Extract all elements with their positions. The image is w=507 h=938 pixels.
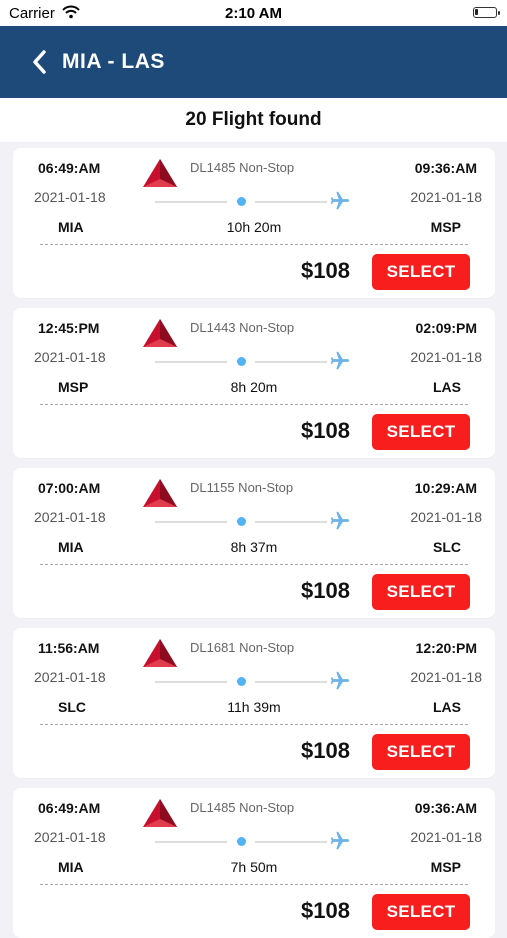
flight-duration: 11h 39m — [227, 699, 281, 715]
results-count: 20 Flight found — [0, 98, 507, 142]
flight-duration: 7h 50m — [230, 859, 278, 875]
departure-date: 2021-01-18 — [34, 669, 106, 685]
status-time: 2:10 AM — [225, 5, 282, 22]
flight-duration: 8h 37m — [230, 539, 278, 555]
arrival-time: 09:36:AM — [414, 800, 477, 816]
arrival-date: 2021-01-18 — [410, 829, 482, 845]
departure-time: 12:45:PM — [38, 320, 100, 336]
departure-time: 07:00:AM — [38, 480, 101, 496]
chevron-left-icon — [33, 50, 46, 74]
flight-price: $108 — [301, 578, 350, 603]
select-button[interactable]: SELECT — [372, 414, 470, 450]
select-button[interactable]: SELECT — [372, 574, 470, 610]
select-button[interactable]: SELECT — [372, 734, 470, 770]
airplane-icon — [329, 510, 351, 532]
route-progress — [155, 188, 351, 210]
select-button[interactable]: SELECT — [372, 254, 470, 290]
route-progress — [155, 828, 351, 850]
divider — [40, 244, 468, 245]
arrival-time: 09:36:AM — [414, 160, 477, 176]
airline-logo-icon — [142, 798, 178, 828]
flight-number: DL1443 Non-Stop — [190, 320, 295, 335]
flight-duration: 8h 20m — [230, 379, 278, 395]
flight-price: $108 — [301, 418, 350, 443]
departure-date: 2021-01-18 — [34, 509, 106, 525]
route-progress — [155, 508, 351, 530]
airline-logo-icon — [142, 478, 178, 508]
progress-dot — [237, 677, 246, 686]
flight-card: 06:49:AM 09:36:AM 2021-01-18 2021-01-18 … — [13, 788, 495, 938]
arrival-date: 2021-01-18 — [410, 669, 482, 685]
divider — [40, 404, 468, 405]
arrival-date: 2021-01-18 — [410, 189, 482, 205]
flight-price: $108 — [301, 898, 350, 923]
flight-number: DL1155 Non-Stop — [190, 480, 294, 495]
airline-logo-icon — [142, 318, 178, 348]
airplane-icon — [329, 190, 351, 212]
flight-card: 11:56:AM 12:20:PM 2021-01-18 2021-01-18 … — [13, 628, 495, 778]
departure-date: 2021-01-18 — [34, 349, 106, 365]
select-button[interactable]: SELECT — [372, 894, 470, 930]
airplane-icon — [329, 350, 351, 372]
airline-logo-icon — [142, 638, 178, 668]
divider — [40, 884, 468, 885]
flight-card: 06:49:AM 09:36:AM 2021-01-18 2021-01-18 … — [13, 148, 495, 298]
departure-time: 06:49:AM — [38, 160, 101, 176]
flight-price: $108 — [301, 738, 350, 763]
arrival-time: 10:29:AM — [414, 480, 477, 496]
divider — [40, 724, 468, 725]
flight-card: 12:45:PM 02:09:PM 2021-01-18 2021-01-18 … — [13, 308, 495, 458]
status-bar: Carrier 2:10 AM — [0, 0, 507, 26]
airplane-icon — [329, 670, 351, 692]
flight-number: DL1485 Non-Stop — [190, 160, 295, 175]
progress-dot — [237, 197, 246, 206]
flight-number: DL1681 Non-Stop — [190, 640, 295, 655]
divider — [40, 564, 468, 565]
flight-card: 07:00:AM 10:29:AM 2021-01-18 2021-01-18 … — [13, 468, 495, 618]
arrival-time: 02:09:PM — [415, 320, 477, 336]
airplane-icon — [329, 830, 351, 852]
flight-number: DL1485 Non-Stop — [190, 800, 295, 815]
arrival-date: 2021-01-18 — [410, 349, 482, 365]
arrival-date: 2021-01-18 — [410, 509, 482, 525]
flight-price: $108 — [301, 258, 350, 283]
route-progress — [155, 348, 351, 370]
airline-logo-icon — [142, 158, 178, 188]
departure-date: 2021-01-18 — [34, 829, 106, 845]
flight-duration: 10h 20m — [226, 219, 282, 235]
departure-time: 11:56:AM — [38, 640, 100, 656]
route-progress — [155, 668, 351, 690]
departure-time: 06:49:AM — [38, 800, 101, 816]
battery-icon — [473, 7, 500, 18]
route-title: MIA - LAS — [62, 50, 165, 73]
back-button[interactable] — [28, 48, 52, 76]
progress-dot — [237, 357, 246, 366]
progress-dot — [237, 837, 246, 846]
nav-bar: MIA - LAS — [0, 26, 507, 98]
departure-date: 2021-01-18 — [34, 189, 106, 205]
progress-dot — [237, 517, 246, 526]
arrival-time: 12:20:PM — [415, 640, 477, 656]
